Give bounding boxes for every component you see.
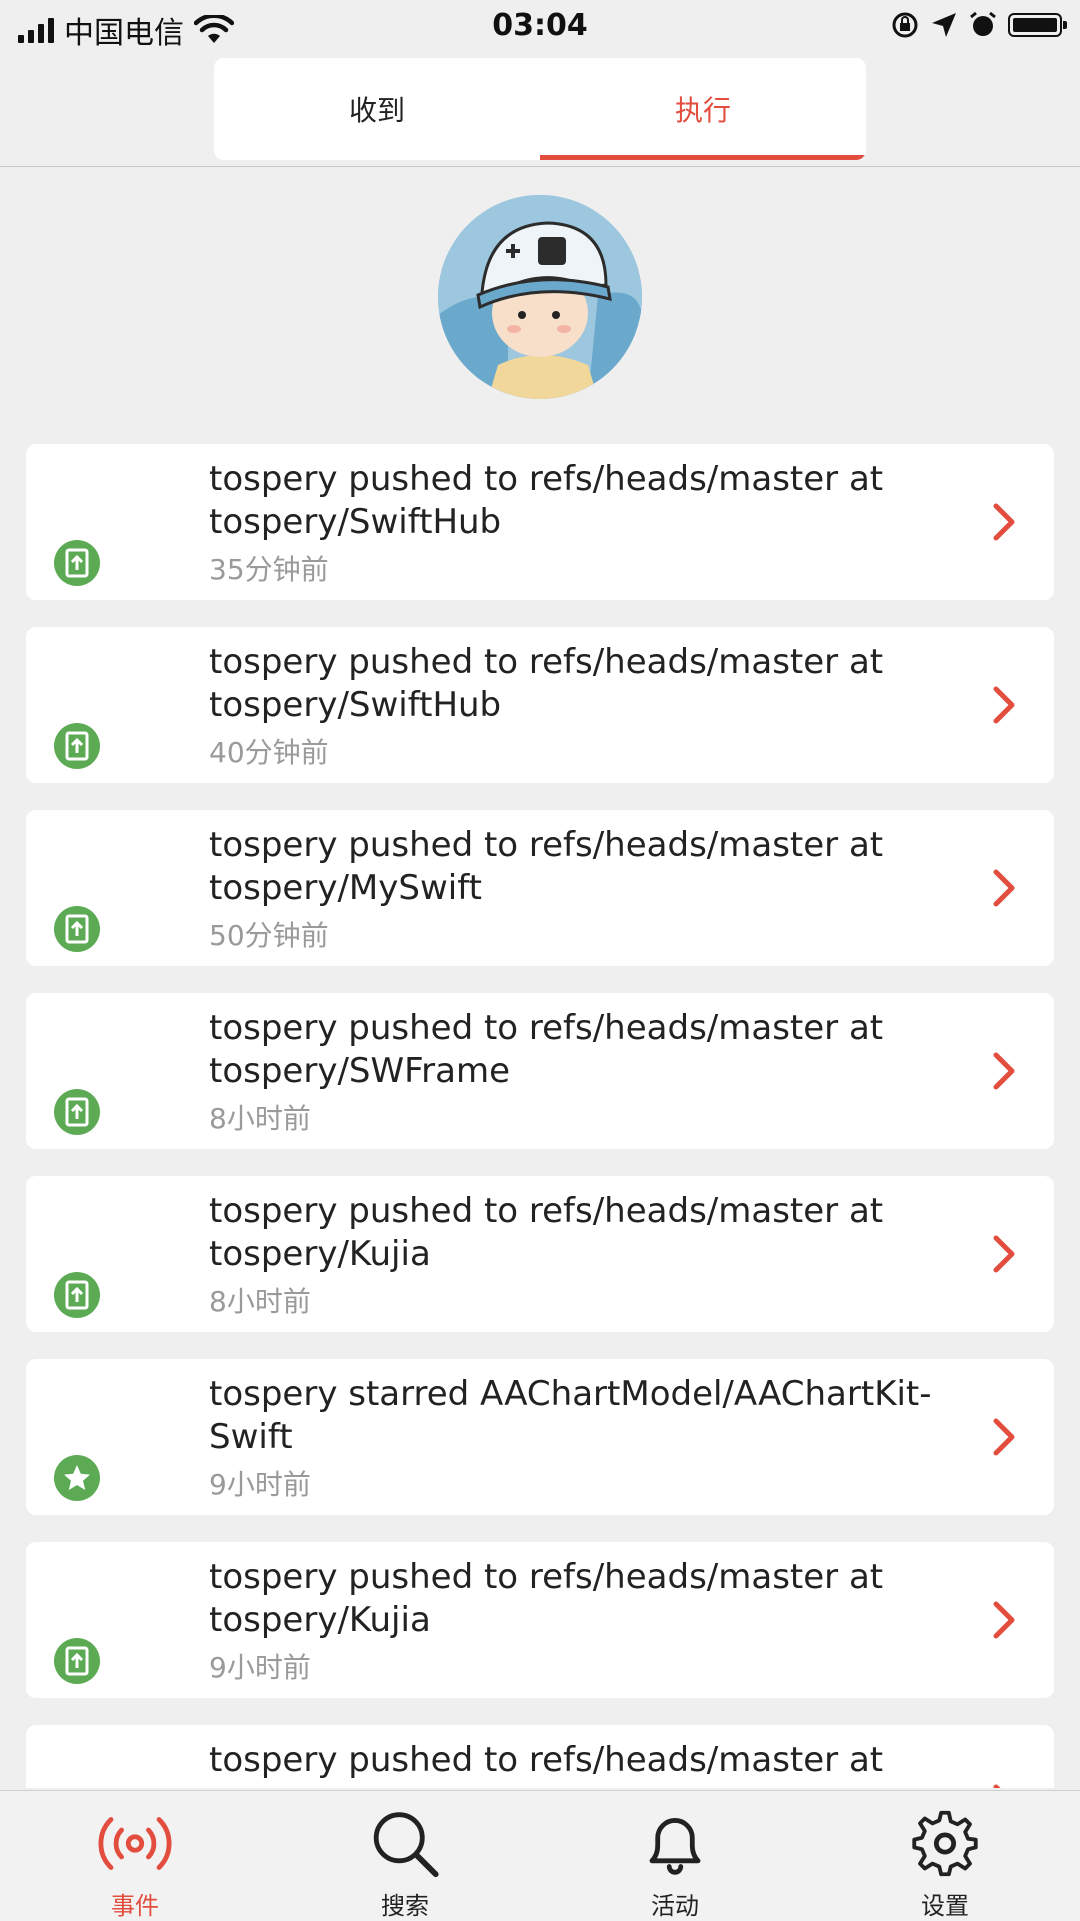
- gear-icon: [912, 1810, 978, 1877]
- push-icon: [54, 1638, 100, 1684]
- tab-label: 活动: [651, 1892, 699, 1920]
- chevron-right-icon: [993, 1601, 1015, 1639]
- event-time: 50分钟前: [209, 919, 329, 952]
- tab-performed[interactable]: 执行: [540, 58, 866, 160]
- event-time: 40分钟前: [209, 736, 329, 769]
- star-icon: [54, 1455, 100, 1501]
- event-row[interactable]: tospery pushed to refs/heads/master at t…: [26, 993, 1054, 1149]
- segmented-control: 收到 执行: [214, 58, 866, 160]
- broadcast-icon: [98, 1817, 172, 1870]
- event-title: tospery pushed to refs/heads/master at: [209, 1740, 884, 1780]
- status-right: [890, 10, 1067, 40]
- tab-received[interactable]: 收到: [214, 58, 540, 160]
- location-icon: [932, 13, 956, 37]
- event-time: 8小时前: [209, 1285, 311, 1318]
- event-time: 9小时前: [209, 1651, 311, 1684]
- status-bar: 中国电信 03:04: [0, 0, 1080, 52]
- chevron-right-icon: [993, 1418, 1015, 1456]
- battery-icon: [1008, 13, 1067, 37]
- event-title: tospery pushed to refs/heads/master at t…: [209, 1557, 884, 1640]
- event-time: 9小时前: [209, 1468, 311, 1501]
- event-time: 8小时前: [209, 1102, 311, 1135]
- event-row[interactable]: tospery pushed to refs/heads/master at t…: [26, 810, 1054, 966]
- event-row[interactable]: tospery pushed to refs/heads/master at t…: [26, 1176, 1054, 1332]
- chevron-right-icon: [993, 686, 1015, 724]
- tab-bar: 事件 搜索 活动 设置: [0, 1790, 1080, 1921]
- tab-label: 事件: [111, 1892, 159, 1920]
- event-title: tospery starred AAChartModel/AAChartKit-…: [209, 1374, 932, 1457]
- search-icon: [373, 1812, 439, 1878]
- event-title: tospery pushed to refs/heads/master at t…: [209, 825, 884, 908]
- event-time: 35分钟前: [209, 553, 329, 586]
- push-icon: [54, 540, 100, 586]
- tab-search[interactable]: 搜索: [270, 1791, 540, 1921]
- event-row[interactable]: tospery pushed to refs/heads/master at t…: [26, 444, 1054, 600]
- event-row[interactable]: tospery pushed to refs/heads/master at t…: [26, 1542, 1054, 1698]
- event-title: tospery pushed to refs/heads/master at t…: [209, 1008, 884, 1091]
- tab-events[interactable]: 事件: [0, 1791, 270, 1921]
- event-row[interactable]: tospery pushed to refs/heads/master at t…: [26, 627, 1054, 783]
- push-icon: [54, 723, 100, 769]
- tab-settings[interactable]: 设置: [810, 1791, 1080, 1921]
- chevron-right-icon: [993, 869, 1015, 907]
- alarm-icon: [970, 11, 996, 36]
- push-icon: [54, 906, 100, 952]
- event-title: tospery pushed to refs/heads/master at t…: [209, 1191, 884, 1274]
- header-divider: [0, 166, 1080, 167]
- tab-label: 搜索: [381, 1892, 429, 1920]
- event-list: tospery pushed to refs/heads/master at t…: [26, 444, 1054, 1788]
- bell-icon: [649, 1818, 701, 1875]
- chevron-right-icon: [993, 1235, 1015, 1273]
- orientation-lock-icon: [892, 12, 918, 38]
- avatar[interactable]: [438, 195, 642, 399]
- avatar-image: [438, 195, 642, 399]
- tab-activity[interactable]: 活动: [540, 1791, 810, 1921]
- push-icon: [54, 1089, 100, 1135]
- chevron-right-icon: [993, 503, 1015, 541]
- event-row[interactable]: tospery starred AAChartModel/AAChartKit-…: [26, 1359, 1054, 1515]
- push-icon: [54, 1272, 100, 1318]
- chevron-right-icon: [993, 1784, 1001, 1788]
- event-title: tospery pushed to refs/heads/master at t…: [209, 459, 884, 542]
- event-title: tospery pushed to refs/heads/master at t…: [209, 642, 884, 725]
- chevron-right-icon: [993, 1052, 1015, 1090]
- tab-label: 设置: [921, 1892, 969, 1920]
- event-row[interactable]: tospery pushed to refs/heads/master at: [26, 1725, 1054, 1788]
